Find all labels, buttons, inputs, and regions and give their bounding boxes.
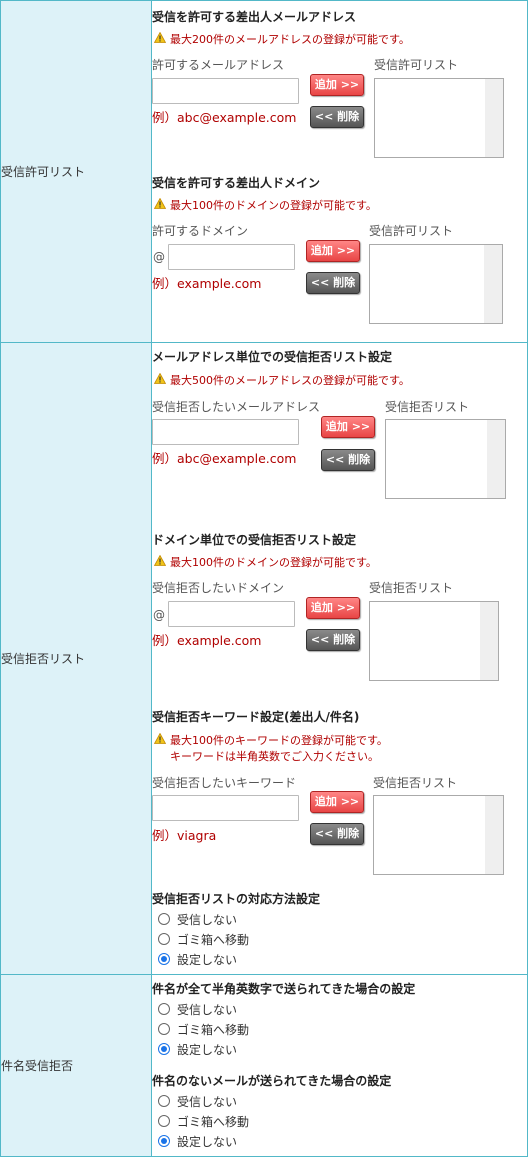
- allowed-domain-input[interactable]: [168, 244, 295, 270]
- radio-group: 受信しない ゴミ箱へ移動 設定しない: [152, 999, 249, 1059]
- example-text: 例）abc@example.com: [152, 110, 297, 125]
- add-button[interactable]: 追加 >>: [310, 791, 364, 813]
- reject-list-label: 受信拒否リスト: [373, 776, 458, 790]
- delete-button[interactable]: << 削除: [306, 272, 360, 294]
- section-title: メールアドレス単位での受信拒否リスト設定: [152, 350, 393, 364]
- allowed-address-listbox[interactable]: [374, 78, 504, 158]
- allowed-address-label: 許可するメールアドレス: [152, 58, 285, 72]
- radio-button[interactable]: [158, 933, 170, 945]
- warning-message: 最大100件のキーワードの登録が可能です。 キーワードは半角英数でご入力ください…: [153, 732, 388, 765]
- warning-triangle-icon: [153, 732, 170, 749]
- example-text: 例）example.com: [152, 276, 262, 291]
- radio-button-selected[interactable]: [158, 953, 170, 965]
- radio-button[interactable]: [158, 1115, 170, 1127]
- delete-button[interactable]: << 削除: [306, 629, 360, 651]
- at-sign: @: [153, 608, 165, 622]
- radio-button[interactable]: [158, 1095, 170, 1107]
- radio-option-trash[interactable]: ゴミ箱へ移動: [152, 1111, 249, 1131]
- subject-empty-block: 件名のないメールが送られてきた場合の設定 受信しない ゴミ箱へ移動 設定しない: [152, 1067, 527, 1156]
- reject-domain-block: ドメイン単位での受信拒否リスト設定 最大100件のドメインの登録が可能です。 受…: [152, 524, 527, 701]
- radio-option-none[interactable]: 設定しない: [152, 949, 249, 969]
- warning-message: 最大500件のメールアドレスの登録が可能です。: [153, 372, 410, 389]
- warning-message: 最大100件のドメインの登録が可能です。: [153, 197, 377, 214]
- add-button[interactable]: 追加 >>: [310, 74, 364, 96]
- reject-handling-block: 受信拒否リストの対応方法設定 受信しない ゴミ箱へ移動 設定しない: [152, 886, 527, 974]
- listbox-scrollbar[interactable]: [487, 420, 505, 498]
- section-title: 件名が全て半角英数字で送られてきた場合の設定: [152, 982, 416, 996]
- section-title: 受信拒否リストの対応方法設定: [152, 892, 321, 906]
- delete-button[interactable]: << 削除: [321, 449, 375, 471]
- section-title: ドメイン単位での受信拒否リスト設定: [152, 533, 357, 547]
- reject-domain-input[interactable]: [168, 601, 295, 627]
- radio-option-none[interactable]: 設定しない: [152, 1131, 249, 1151]
- add-button[interactable]: 追加 >>: [306, 597, 360, 619]
- radio-option-reject[interactable]: 受信しない: [152, 999, 249, 1019]
- subject-section: 件名が全て半角英数字で送られてきた場合の設定 受信しない ゴミ箱へ移動 設定しな…: [151, 974, 528, 1157]
- radio-option-reject[interactable]: 受信しない: [152, 909, 249, 929]
- section-title: 受信拒否キーワード設定(差出人/件名): [152, 710, 360, 724]
- allow-section: 受信を許可する差出人メールアドレス 最大200件のメールアドレスの登録が可能です…: [151, 0, 528, 343]
- example-text: 例）viagra: [152, 828, 217, 843]
- warning-triangle-icon: [153, 197, 170, 214]
- allow-list-label: 受信許可リスト: [374, 58, 459, 72]
- row-label-subject: 件名受信拒否: [0, 974, 152, 1157]
- subject-alnum-block: 件名が全て半角英数字で送られてきた場合の設定 受信しない ゴミ箱へ移動 設定しな…: [152, 975, 527, 1067]
- radio-option-trash[interactable]: ゴミ箱へ移動: [152, 1019, 249, 1039]
- radio-option-trash[interactable]: ゴミ箱へ移動: [152, 929, 249, 949]
- example-text: 例）abc@example.com: [152, 451, 297, 466]
- warning-triangle-icon: [153, 554, 170, 571]
- listbox-scrollbar[interactable]: [480, 602, 498, 680]
- at-sign: @: [153, 250, 165, 264]
- allow-domain-block: 受信を許可する差出人ドメイン 最大100件のドメインの登録が可能です。 許可する…: [152, 167, 527, 342]
- reject-keyword-listbox[interactable]: [373, 795, 504, 875]
- reject-address-input[interactable]: [152, 419, 299, 445]
- reject-domain-listbox[interactable]: [369, 601, 499, 681]
- add-button[interactable]: 追加 >>: [306, 240, 360, 262]
- radio-button[interactable]: [158, 1003, 170, 1015]
- allow-list-label: 受信許可リスト: [369, 224, 454, 238]
- reject-domain-label: 受信拒否したいドメイン: [152, 581, 285, 595]
- delete-button[interactable]: << 削除: [310, 106, 364, 128]
- radio-button[interactable]: [158, 1023, 170, 1035]
- allow-address-block: 受信を許可する差出人メールアドレス 最大200件のメールアドレスの登録が可能です…: [152, 1, 527, 167]
- listbox-scrollbar[interactable]: [485, 79, 503, 157]
- listbox-scrollbar[interactable]: [485, 796, 503, 874]
- settings-table: 受信許可リスト 受信を許可する差出人メールアドレス 最大200件のメールアドレス…: [0, 0, 528, 1157]
- reject-keyword-label: 受信拒否したいキーワード: [152, 776, 297, 790]
- section-title: 受信を許可する差出人メールアドレス: [152, 10, 357, 24]
- add-button[interactable]: 追加 >>: [321, 416, 375, 438]
- radio-group: 受信しない ゴミ箱へ移動 設定しない: [152, 909, 249, 969]
- warning-message: 最大200件のメールアドレスの登録が可能です。: [153, 31, 410, 48]
- listbox-scrollbar[interactable]: [484, 245, 502, 323]
- radio-option-none[interactable]: 設定しない: [152, 1039, 249, 1059]
- reject-address-block: メールアドレス単位での受信拒否リスト設定 最大500件のメールアドレスの登録が可…: [152, 343, 527, 524]
- section-title: 受信を許可する差出人ドメイン: [152, 176, 321, 190]
- reject-address-listbox[interactable]: [385, 419, 506, 499]
- row-label-allow: 受信許可リスト: [0, 0, 152, 343]
- reject-section: メールアドレス単位での受信拒否リスト設定 最大500件のメールアドレスの登録が可…: [151, 342, 528, 975]
- allowed-domain-label: 許可するドメイン: [152, 224, 249, 238]
- radio-button-selected[interactable]: [158, 1043, 170, 1055]
- warning-message: 最大100件のドメインの登録が可能です。: [153, 554, 377, 571]
- reject-keyword-block: 受信拒否キーワード設定(差出人/件名) 最大100件のキーワードの登録が可能です…: [152, 701, 527, 886]
- allowed-domain-listbox[interactable]: [369, 244, 503, 324]
- section-title: 件名のないメールが送られてきた場合の設定: [152, 1074, 392, 1088]
- warning-triangle-icon: [153, 31, 170, 48]
- reject-address-label: 受信拒否したいメールアドレス: [152, 400, 321, 414]
- reject-list-label: 受信拒否リスト: [369, 581, 454, 595]
- delete-button[interactable]: << 削除: [310, 823, 364, 845]
- warning-triangle-icon: [153, 372, 170, 389]
- reject-list-label: 受信拒否リスト: [385, 400, 470, 414]
- radio-option-reject[interactable]: 受信しない: [152, 1091, 249, 1111]
- row-label-reject: 受信拒否リスト: [0, 342, 152, 975]
- radio-button[interactable]: [158, 913, 170, 925]
- reject-keyword-input[interactable]: [152, 795, 299, 821]
- radio-group: 受信しない ゴミ箱へ移動 設定しない: [152, 1091, 249, 1151]
- radio-button-selected[interactable]: [158, 1135, 170, 1147]
- example-text: 例）example.com: [152, 633, 262, 648]
- allowed-address-input[interactable]: [152, 78, 299, 104]
